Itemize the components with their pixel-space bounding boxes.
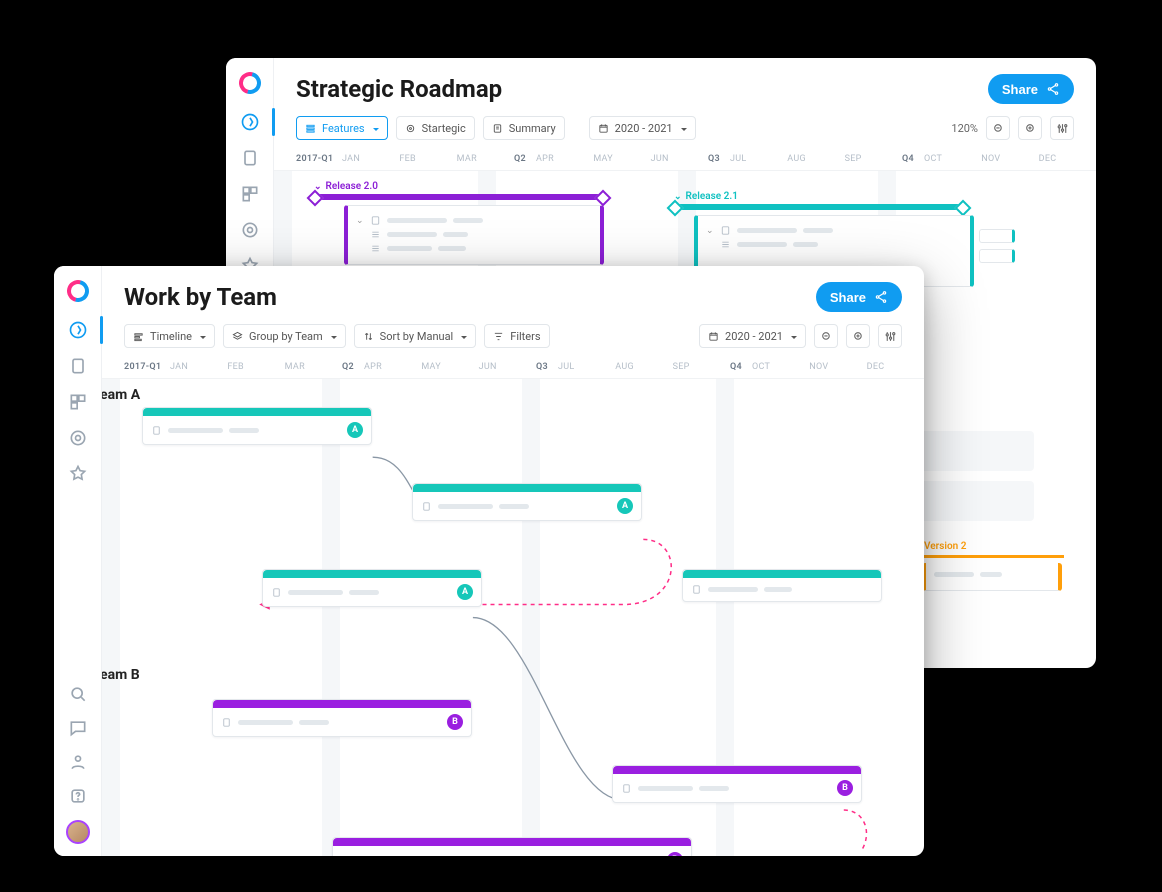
task-card[interactable]: A [412, 483, 642, 521]
timeline-view-toggle[interactable]: Timeline [124, 324, 215, 348]
calendar-icon [708, 331, 719, 342]
team-badge: A [347, 422, 363, 438]
share-icon [874, 290, 888, 304]
toolbar: Features Startegic Summary 2020 - 2021 1… [274, 110, 1096, 150]
app-logo [67, 280, 89, 302]
team-badge: B [447, 714, 463, 730]
chevron-down-icon [791, 330, 797, 343]
user-avatar[interactable] [66, 820, 90, 844]
section-team-a: Team A [102, 387, 140, 403]
share-button[interactable]: Share [988, 74, 1074, 104]
share-label: Share [1002, 82, 1038, 97]
strategic-filter[interactable]: Startegic [396, 116, 475, 140]
nav-goals-icon[interactable] [240, 220, 260, 240]
share-label: Share [830, 290, 866, 305]
zoom-out-button[interactable] [986, 116, 1010, 140]
timeline-header: 2017-Q1 JAN FEB MAR Q2 APR MAY JUN Q3 JU… [102, 358, 924, 379]
nav-roadmap-icon[interactable] [240, 112, 260, 132]
search-icon[interactable] [68, 684, 88, 704]
date-range-picker[interactable]: 2020 - 2021 [589, 116, 696, 140]
sort-icon [363, 331, 374, 342]
page-title: Work by Team [124, 283, 277, 311]
features-dropdown[interactable]: Features [296, 116, 388, 140]
doc-icon [621, 783, 632, 794]
release-stub[interactable] [979, 249, 1015, 263]
timeline-body: Team A A A [102, 379, 924, 856]
doc-icon [221, 717, 232, 728]
chevron-down-icon [331, 330, 337, 343]
task-card[interactable]: B [332, 837, 692, 856]
target-icon [405, 123, 416, 134]
team-badge: A [457, 584, 473, 600]
filter-icon [493, 331, 504, 342]
nav-goals-icon[interactable] [68, 428, 88, 448]
nav-roadmap-icon[interactable] [68, 320, 88, 340]
settings-button[interactable] [1050, 116, 1074, 140]
chevron-down-icon [681, 122, 687, 135]
nav-docs-icon[interactable] [68, 356, 88, 376]
chat-icon[interactable] [68, 718, 88, 738]
sortby-dropdown[interactable]: Sort by Manual [354, 324, 477, 348]
calendar-icon [598, 123, 609, 134]
release-2-1[interactable]: ⌄Release 2.1 [674, 191, 964, 210]
task-card[interactable]: A [142, 407, 372, 445]
block-placeholder [914, 431, 1034, 471]
zoom-level: 120% [951, 122, 978, 135]
timeline-icon [133, 331, 144, 342]
work-by-team-window: Work by Team Share Timeline Group by Tea… [54, 266, 924, 856]
chevron-down-icon [373, 122, 379, 135]
app-logo [239, 72, 261, 94]
doc-icon [421, 501, 432, 512]
nav-boards-icon[interactable] [68, 392, 88, 412]
task-card[interactable]: A [262, 569, 482, 607]
zoom-in-button[interactable] [846, 324, 870, 348]
doc-icon [691, 584, 702, 595]
page-title: Strategic Roadmap [296, 75, 502, 103]
task-card[interactable] [682, 569, 882, 602]
help-icon[interactable] [68, 786, 88, 806]
nav-favorites-icon[interactable] [68, 464, 88, 484]
version-2-label: Version 2 [924, 541, 966, 552]
sidebar [54, 266, 102, 856]
doc-icon [271, 587, 282, 598]
doc-icon [341, 855, 352, 857]
date-range-picker[interactable]: 2020 - 2021 [699, 324, 806, 348]
nav-docs-icon[interactable] [240, 148, 260, 168]
chevron-down-icon [461, 330, 467, 343]
share-button[interactable]: Share [816, 282, 902, 312]
doc-icon [151, 425, 162, 436]
release-2-0[interactable]: ⌄Release 2.0 [314, 181, 604, 200]
nav-boards-icon[interactable] [240, 184, 260, 204]
section-team-b: Team B [102, 667, 140, 683]
task-card[interactable]: B [612, 765, 862, 803]
groupby-dropdown[interactable]: Group by Team [223, 324, 346, 348]
release-2-0-details[interactable]: ⌄ [344, 205, 604, 265]
timeline-header: 2017-Q1 JAN FEB MAR Q2 APR MAY JUN Q3 JU… [274, 150, 1096, 171]
summary-icon [492, 123, 503, 134]
zoom-out-button[interactable] [814, 324, 838, 348]
user-icon[interactable] [68, 752, 88, 772]
task-card[interactable]: B [212, 699, 472, 737]
team-badge: B [837, 780, 853, 796]
team-badge: B [667, 852, 683, 856]
zoom-in-button[interactable] [1018, 116, 1042, 140]
filters-button[interactable]: Filters [484, 324, 549, 348]
list-icon [305, 123, 316, 134]
version-2-bar[interactable] [914, 555, 1064, 558]
settings-button[interactable] [878, 324, 902, 348]
toolbar: Timeline Group by Team Sort by Manual Fi… [102, 318, 924, 358]
chevron-down-icon [200, 330, 206, 343]
release-stub[interactable] [979, 229, 1015, 243]
share-icon [1046, 82, 1060, 96]
layers-icon [232, 331, 243, 342]
block-placeholder [914, 481, 1034, 521]
team-badge: A [617, 498, 633, 514]
summary-filter[interactable]: Summary [483, 116, 565, 140]
version-2-details[interactable] [922, 563, 1062, 591]
